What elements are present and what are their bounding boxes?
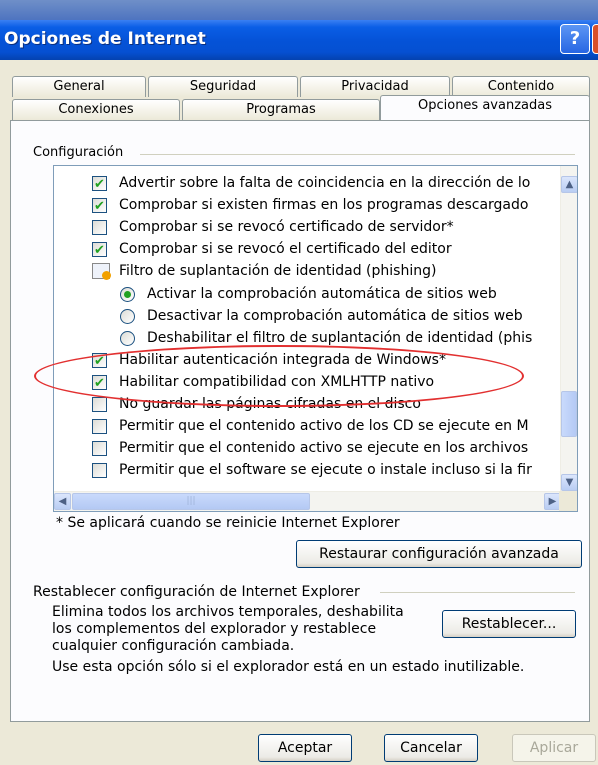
settings-row-label: Comprobar si se revocó el certificado de…	[119, 241, 452, 258]
checkbox[interactable]	[92, 463, 107, 479]
scroll-up-button[interactable]: ▲	[561, 176, 577, 193]
settings-row-label: Comprobar si se revocó certificado de se…	[119, 219, 454, 236]
reset-desc-4: Use esta opción sólo si el explorador es…	[52, 659, 525, 675]
hscroll-thumb[interactable]: |||	[72, 493, 310, 510]
restore-advanced-button[interactable]: Restaurar configuración avanzada	[296, 540, 582, 568]
checkbox[interactable]	[92, 174, 107, 196]
settings-row-label: Permitir que el software se ejecute o in…	[119, 462, 532, 479]
tabs-row-2: Conexiones Programas Opciones avanzadas	[12, 95, 590, 120]
tab-advanced-options[interactable]: Opciones avanzadas	[380, 95, 590, 120]
checkbox[interactable]	[92, 441, 107, 457]
tab-privacy[interactable]: Privacidad	[300, 76, 450, 97]
settings-row-label: Desactivar la comprobación automática de…	[147, 307, 523, 324]
apply-button[interactable]: Aplicar	[512, 734, 596, 762]
config-separator	[140, 154, 575, 155]
checkbox[interactable]	[92, 240, 107, 262]
reset-label: Restablecer configuración de Internet Ex…	[33, 584, 368, 600]
tabs-row-1: General Seguridad Privacidad Contenido	[12, 76, 590, 97]
scroll-corner	[559, 491, 577, 511]
settings-row-label: Comprobar si existen firmas en los progr…	[119, 197, 529, 214]
tab-security[interactable]: Seguridad	[148, 76, 298, 97]
group-folder-icon	[92, 263, 111, 281]
restart-note: * Se aplicará cuando se reinicie Interne…	[56, 515, 400, 531]
checkbox[interactable]	[92, 220, 107, 236]
radio-button[interactable]	[120, 308, 135, 324]
checkbox[interactable]	[92, 419, 107, 435]
settings-list[interactable]: Advertir sobre la falta de coincidencia …	[53, 165, 578, 512]
horizontal-scrollbar[interactable]: ◀ ||| ▶	[54, 491, 561, 511]
window-title: Opciones de Internet	[4, 29, 206, 49]
reset-desc-2: los complementos del explorador y restab…	[52, 621, 377, 637]
cancel-button[interactable]: Cancelar	[384, 734, 478, 762]
tab-programs[interactable]: Programas	[182, 99, 380, 120]
tab-content[interactable]: Contenido	[452, 76, 590, 97]
help-button[interactable]: ?	[560, 24, 590, 54]
desktop-strip	[0, 0, 598, 20]
reset-button[interactable]: Restablecer...	[442, 610, 576, 638]
settings-row-label: Permitir que el contenido activo de los …	[119, 418, 529, 435]
checkbox[interactable]	[92, 196, 107, 218]
settings-row-label: Filtro de suplantación de identidad (phi…	[119, 263, 437, 280]
scroll-down-button[interactable]: ▼	[561, 474, 577, 491]
config-label: Configuración	[33, 145, 132, 160]
reset-desc-3: cualquier configuración cambiada.	[52, 638, 295, 654]
settings-row-label: Advertir sobre la falta de coincidencia …	[119, 175, 531, 191]
scroll-thumb[interactable]	[561, 391, 577, 437]
highlight-oval	[34, 345, 524, 407]
vertical-scrollbar[interactable]: ▲ ▼	[560, 166, 577, 493]
close-button[interactable]	[592, 24, 598, 54]
scroll-left-button[interactable]: ◀	[54, 493, 71, 510]
tab-connections[interactable]: Conexiones	[12, 99, 180, 120]
settings-row-label: Permitir que el contenido activo se ejec…	[119, 440, 529, 457]
title-bar[interactable]: Opciones de Internet ?	[0, 20, 598, 60]
settings-row-label: Activar la comprobación automática de si…	[147, 285, 497, 302]
ok-button[interactable]: Aceptar	[258, 734, 352, 762]
checkbox[interactable]	[92, 397, 107, 412]
radio-button[interactable]	[120, 330, 135, 346]
reset-separator	[380, 592, 575, 593]
radio-button[interactable]	[120, 286, 135, 302]
tab-general[interactable]: General	[12, 76, 146, 97]
reset-desc-1: Elimina todos los archivos temporales, d…	[52, 604, 404, 620]
